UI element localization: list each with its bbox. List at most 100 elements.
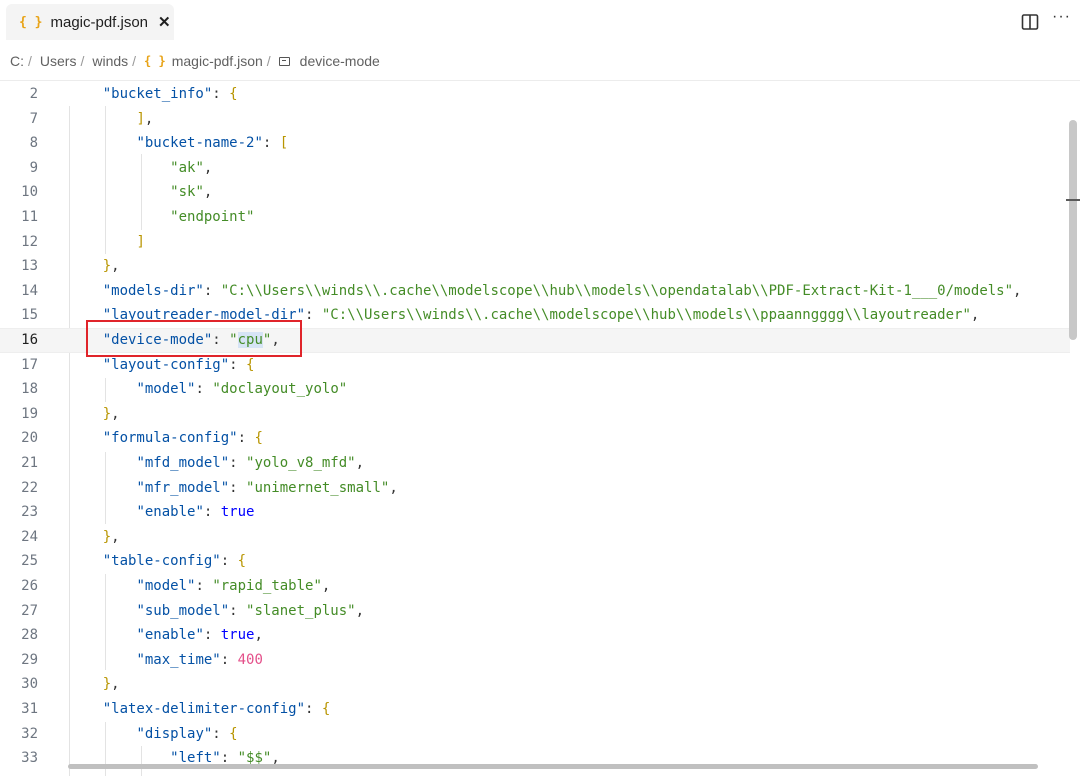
code-text: "endpoint": [170, 209, 255, 225]
code-line[interactable]: 14 "models-dir": "C:\\Users\\winds\\.cac…: [0, 279, 1070, 304]
code-text: "model": "doclayout_yolo": [136, 381, 348, 398]
code-line[interactable]: 24 },: [0, 525, 1070, 550]
code-text: "formula-config": {: [102, 430, 263, 447]
code-editor[interactable]: 2 "bucket_info": { 7 ], 8 "bucket-name-2…: [0, 82, 1080, 776]
code-text: "mfr_model": "unimernet_small",: [136, 479, 398, 496]
line-number: 20: [21, 430, 38, 447]
code-text: ],: [136, 110, 154, 127]
breadcrumb: C: / Users / winds / { } magic-pdf.json …: [10, 50, 380, 72]
code-line[interactable]: 32 "display": {: [0, 722, 1070, 747]
line-number: 30: [21, 676, 38, 693]
line-number: 26: [21, 578, 38, 594]
code-line[interactable]: 23 "enable": true: [0, 500, 1070, 525]
code-text: "latex-delimiter-config": {: [102, 701, 331, 717]
breadcrumb-separator: /: [28, 53, 32, 69]
breadcrumb-item-users[interactable]: Users: [40, 53, 77, 69]
json-braces-icon: { }: [19, 14, 43, 30]
code-line[interactable]: 31 "latex-delimiter-config": {: [0, 697, 1070, 722]
code-text: "enable": true,: [136, 627, 263, 644]
line-number: 8: [29, 135, 38, 152]
annotation-highlight-box: [86, 320, 302, 357]
line-number: 10: [21, 184, 38, 201]
code-line[interactable]: 26 "model": "rapid_table",: [0, 574, 1070, 599]
code-text: },: [102, 405, 120, 422]
code-line[interactable]: 22 "mfr_model": "unimernet_small",: [0, 476, 1070, 501]
line-number: 28: [21, 627, 38, 644]
code-text: "bucket_info": {: [102, 86, 238, 102]
header-divider: [0, 80, 1080, 81]
breadcrumb-separator: /: [266, 53, 271, 69]
code-text: "max_time": 400: [136, 651, 263, 668]
code-text: "enable": true: [136, 504, 255, 521]
code-line[interactable]: 10 "sk",: [0, 180, 1070, 205]
line-number: 2: [29, 86, 38, 102]
line-number: 22: [21, 479, 38, 496]
line-number: 15: [21, 307, 38, 324]
code-text: "mfd_model": "yolo_v8_mfd",: [136, 455, 365, 471]
code-line[interactable]: 11 "endpoint": [0, 205, 1070, 230]
line-number: 33: [21, 750, 38, 767]
line-number: 24: [21, 528, 38, 545]
breadcrumb-separator: /: [80, 53, 85, 69]
code-line[interactable]: 29 "max_time": 400: [0, 648, 1070, 673]
line-number: 32: [21, 725, 38, 742]
line-number: 18: [21, 381, 38, 398]
code-line[interactable]: 9 "ak",: [0, 156, 1070, 181]
code-text: "table-config": {: [102, 553, 247, 570]
tab-magic-pdf-json[interactable]: { } magic-pdf.json ✕: [6, 4, 174, 40]
line-number: 11: [21, 209, 38, 225]
tab-label: magic-pdf.json: [50, 13, 149, 31]
code-text: },: [102, 528, 120, 545]
breadcrumb-item-drive[interactable]: C:: [10, 53, 24, 69]
code-line[interactable]: 13 },: [0, 254, 1070, 279]
code-line[interactable]: 20 "formula-config": {: [0, 426, 1070, 451]
line-number: 31: [21, 701, 38, 717]
line-number: 23: [21, 504, 38, 521]
breadcrumb-item-winds[interactable]: winds: [92, 53, 128, 69]
code-text: },: [102, 676, 120, 693]
code-line[interactable]: 21 "mfd_model": "yolo_v8_mfd",: [0, 451, 1070, 476]
line-number: 29: [21, 651, 38, 668]
code-line[interactable]: 28 "enable": true,: [0, 623, 1070, 648]
code-line[interactable]: 19 },: [0, 402, 1070, 427]
code-text: ]: [136, 233, 145, 250]
code-line[interactable]: 25 "table-config": {: [0, 549, 1070, 574]
code-text: "ak",: [170, 159, 213, 176]
line-number: 21: [21, 455, 38, 471]
line-number: 9: [29, 159, 38, 176]
code-text: "sub_model": "slanet_plus",: [136, 602, 365, 619]
code-line[interactable]: 30 },: [0, 672, 1070, 697]
horizontal-scrollbar-thumb[interactable]: [68, 764, 1038, 769]
breadcrumb-item-symbol[interactable]: device-mode: [300, 53, 380, 69]
line-number: 27: [21, 602, 38, 619]
code-line[interactable]: 12 ]: [0, 230, 1070, 255]
json-braces-icon: { }: [144, 54, 166, 68]
code-line[interactable]: 18 "model": "doclayout_yolo": [0, 377, 1070, 402]
tab-bar: { } magic-pdf.json ✕ ···: [0, 0, 1080, 44]
code-text: "sk",: [170, 184, 213, 201]
line-number: 14: [21, 282, 38, 299]
line-number: 13: [21, 258, 38, 275]
code-line[interactable]: 8 "bucket-name-2": [: [0, 131, 1070, 156]
line-number: 7: [29, 110, 38, 127]
property-icon: [278, 56, 290, 66]
line-number: 19: [21, 405, 38, 422]
code-line[interactable]: 7 ],: [0, 107, 1070, 132]
code-text: "models-dir": "C:\\Users\\winds\\.cache\…: [102, 282, 1022, 299]
close-icon[interactable]: ✕: [158, 13, 171, 31]
vertical-scrollbar-thumb[interactable]: [1069, 120, 1077, 340]
line-number: 12: [21, 233, 38, 250]
breadcrumb-item-file[interactable]: magic-pdf.json: [172, 53, 263, 69]
code-text: "display": {: [136, 725, 238, 742]
code-text: },: [102, 258, 120, 275]
line-number: 25: [21, 553, 38, 570]
code-line[interactable]: 27 "sub_model": "slanet_plus",: [0, 599, 1070, 624]
more-actions-icon[interactable]: ···: [1052, 8, 1071, 26]
breadcrumb-separator: /: [132, 53, 137, 69]
cursor-position-marker: [1066, 199, 1080, 201]
line-number: 17: [21, 356, 38, 373]
split-editor-icon[interactable]: [1020, 12, 1040, 32]
line-number: 16: [21, 332, 38, 348]
code-line[interactable]: 2 "bucket_info": {: [0, 82, 1070, 107]
code-text: "model": "rapid_table",: [136, 578, 331, 594]
